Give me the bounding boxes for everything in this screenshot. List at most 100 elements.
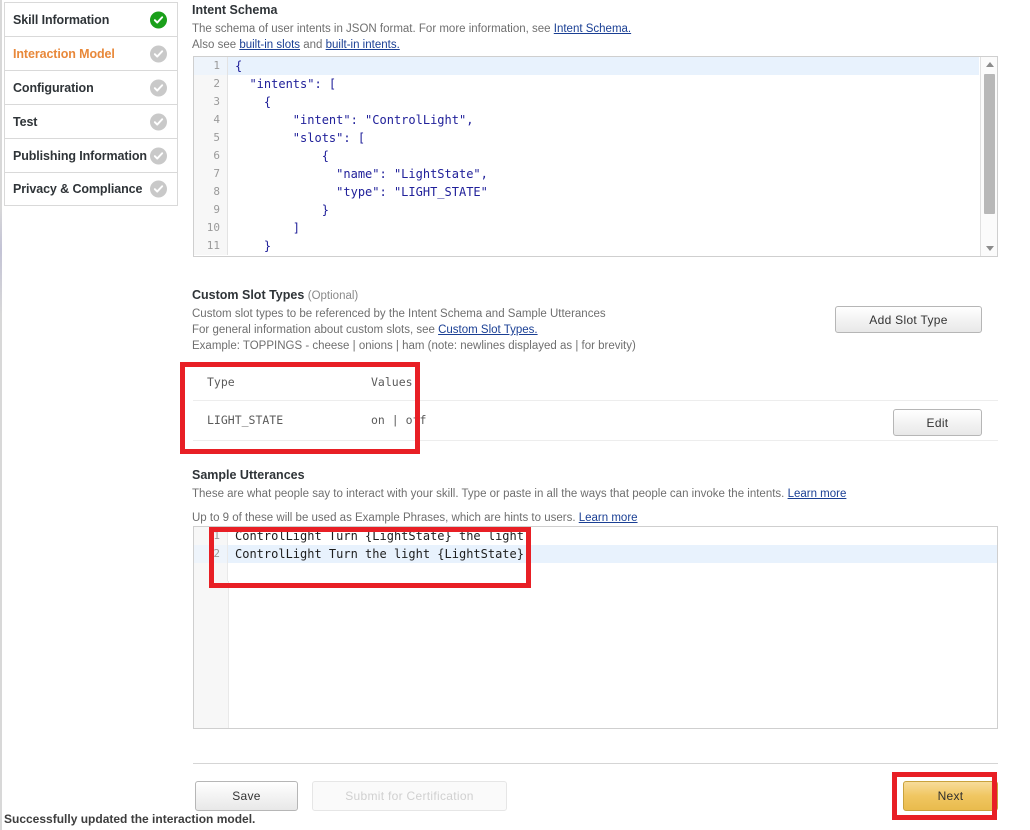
code-line: 8 "type": "LIGHT_STATE": [194, 183, 979, 201]
left-edge-rail: [0, 0, 2, 830]
custom-slot-types-desc-1: Custom slot types to be referenced by th…: [192, 308, 606, 320]
utterance-empty-line: [194, 563, 997, 581]
sidebar-item-label: Interaction Model: [13, 46, 115, 61]
custom-slot-types-desc-2-text: For general information about custom slo…: [192, 324, 439, 336]
line-number: 7: [194, 165, 228, 183]
intent-schema-editor[interactable]: 1{ 2 "intents": [ 3 { 4 "intent": "Contr…: [193, 56, 998, 257]
intent-schema-link[interactable]: Intent Schema.: [554, 23, 631, 35]
custom-slot-types-link[interactable]: Custom Slot Types.: [438, 324, 538, 336]
custom-slot-types-title-text: Custom Slot Types: [192, 288, 305, 302]
scrollbar-thumb[interactable]: [984, 74, 995, 214]
sidebar-item-skill-information[interactable]: Skill Information: [4, 2, 178, 36]
sample-utterances-title: Sample Utterances: [192, 468, 305, 482]
check-circle-icon-pending: [150, 113, 167, 130]
line-number: 8: [194, 183, 228, 201]
line-content: {: [235, 149, 329, 163]
check-circle-icon-complete: [150, 11, 167, 28]
intent-schema-title: Intent Schema: [192, 3, 278, 17]
utterance-text: ControlLight Turn {LightState} the light: [235, 529, 524, 543]
code-line: 2 "intents": [: [194, 75, 979, 93]
skill-builder-sidebar: Skill Information Interaction Model Conf…: [4, 2, 178, 206]
code-line: 6 {: [194, 147, 979, 165]
check-circle-icon-pending: [150, 147, 167, 164]
sidebar-item-publishing-information[interactable]: Publishing Information: [4, 138, 178, 172]
column-header-type: Type: [193, 365, 357, 401]
sample-utterances-desc-2: Up to 9 of these will be used as Example…: [192, 510, 846, 526]
intent-schema-vertical-scrollbar[interactable]: [980, 57, 997, 256]
line-content: "slots": [: [235, 131, 366, 145]
built-in-intents-link[interactable]: built-in intents.: [326, 39, 400, 51]
sample-utterances-desc-1: These are what people say to interact wi…: [192, 486, 846, 502]
line-number-blank: [194, 563, 228, 581]
custom-slot-types-section: Custom Slot Types (Optional) Custom slot…: [192, 288, 636, 354]
sidebar-item-configuration[interactable]: Configuration: [4, 70, 178, 104]
intent-schema-section: Intent Schema The schema of user intents…: [192, 3, 631, 53]
line-number: 4: [194, 111, 228, 129]
line-content: }: [235, 203, 329, 217]
intent-schema-code-area[interactable]: 1{ 2 "intents": [ 3 { 4 "intent": "Contr…: [194, 57, 979, 256]
custom-slot-types-title: Custom Slot Types (Optional): [192, 288, 636, 302]
line-content: "type": "LIGHT_STATE": [235, 185, 488, 199]
custom-slot-types-desc-2: For general information about custom slo…: [192, 322, 636, 338]
intent-schema-description-line-2: Also see built-in slots and built-in int…: [192, 37, 631, 53]
table-header-row: Type Values: [193, 365, 998, 401]
sidebar-item-interaction-model[interactable]: Interaction Model: [4, 36, 178, 70]
code-line: 11 }: [194, 237, 979, 255]
line-number: 5: [194, 129, 228, 147]
line-content: {: [235, 95, 272, 109]
scroll-up-arrow-icon[interactable]: [981, 57, 997, 72]
sample-utterances-editor[interactable]: 1 ControlLight Turn {LightState} the ligh…: [193, 526, 998, 729]
line-number: 11: [194, 237, 228, 255]
line-content: "intent": "ControlLight",: [235, 113, 474, 127]
sidebar-item-label: Configuration: [13, 80, 94, 95]
sample-utterances-desc-1-text: These are what people say to interact wi…: [192, 488, 788, 500]
line-number: 1: [194, 57, 228, 75]
line-content: "intents": [: [235, 77, 337, 91]
edit-slot-type-button[interactable]: Edit: [893, 409, 982, 436]
line-content: "name": "LightState",: [235, 167, 488, 181]
scroll-down-arrow-icon[interactable]: [981, 241, 997, 256]
custom-slot-types-example: Example: TOPPINGS - cheese | onions | ha…: [192, 340, 636, 352]
learn-more-link-1[interactable]: Learn more: [788, 488, 847, 500]
sample-utterances-desc-2-text: Up to 9 of these will be used as Example…: [192, 512, 579, 524]
line-number: 9: [194, 201, 228, 219]
status-message: Successfully updated the interaction mod…: [4, 812, 256, 826]
and-text: and: [300, 39, 326, 51]
column-header-values: Values: [357, 365, 998, 401]
built-in-slots-link[interactable]: built-in slots: [239, 39, 300, 51]
line-content: }: [235, 239, 272, 253]
line-number: 10: [194, 219, 228, 237]
also-see-text: Also see: [192, 39, 240, 51]
line-number: 3: [194, 93, 228, 111]
footer-divider: [193, 763, 998, 764]
code-line: 1{: [194, 57, 979, 75]
check-circle-icon-pending: [150, 79, 167, 96]
next-button[interactable]: Next: [903, 781, 998, 811]
table-row: LIGHT_STATE on | off: [193, 400, 998, 441]
line-number: 2: [194, 75, 228, 93]
code-line: 3 {: [194, 93, 979, 111]
slot-type-name: LIGHT_STATE: [193, 400, 357, 441]
line-content: {: [235, 59, 243, 73]
check-circle-icon-pending: [150, 180, 167, 198]
custom-slot-types-table-wrap: Type Values LIGHT_STATE on | off: [193, 365, 998, 441]
code-line: 4 "intent": "ControlLight",: [194, 111, 979, 129]
code-line: 5 "slots": [: [194, 129, 979, 147]
sidebar-item-privacy-compliance[interactable]: Privacy & Compliance: [4, 172, 178, 206]
sidebar-item-label: Privacy & Compliance: [13, 182, 143, 196]
add-slot-type-button[interactable]: Add Slot Type: [835, 306, 982, 333]
utterance-gutter-filler: [194, 581, 229, 728]
code-line: 7 "name": "LightState",: [194, 165, 979, 183]
intent-schema-description-line-1: The schema of user intents in JSON forma…: [192, 21, 631, 37]
line-number: 2: [194, 545, 228, 563]
learn-more-link-2[interactable]: Learn more: [579, 512, 638, 524]
line-content: ]: [235, 221, 301, 235]
sidebar-item-test[interactable]: Test: [4, 104, 178, 138]
utterance-text: ControlLight Turn the light {LightState}: [235, 547, 524, 561]
line-number: 1: [194, 527, 228, 545]
utterance-line: 2 ControlLight Turn the light {LightState…: [194, 545, 997, 563]
custom-slot-types-table: Type Values LIGHT_STATE on | off: [193, 365, 998, 441]
save-button[interactable]: Save: [195, 781, 298, 811]
utterance-text-blank: [228, 563, 235, 581]
intent-schema-desc-text: The schema of user intents in JSON forma…: [192, 23, 554, 35]
